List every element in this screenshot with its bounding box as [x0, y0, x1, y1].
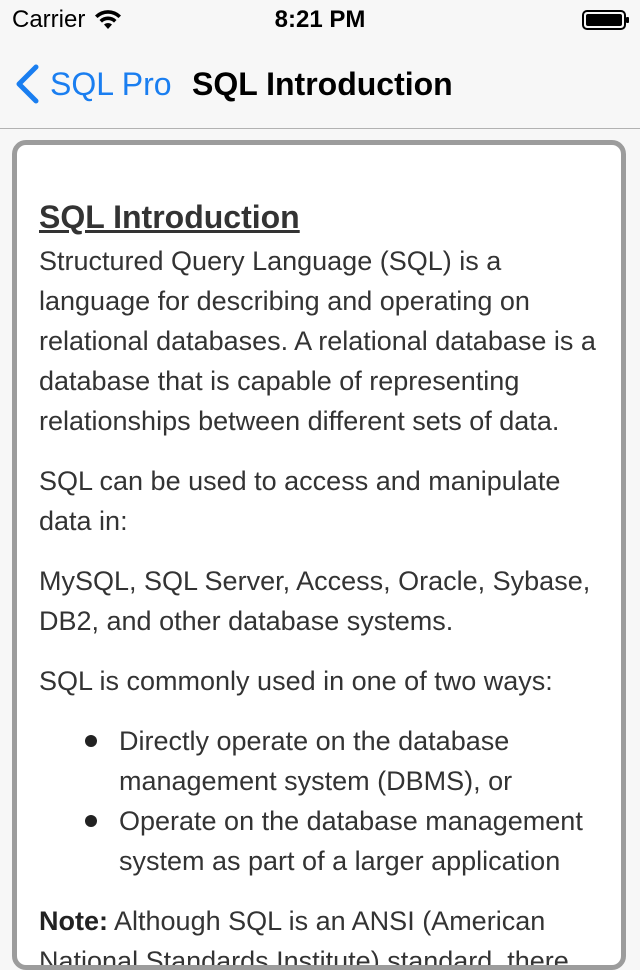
note-label: Note: — [39, 906, 108, 936]
article-heading: SQL Introduction — [39, 199, 300, 235]
back-button[interactable]: SQL Pro — [14, 62, 172, 106]
list-item: Directly operate on the database managem… — [85, 721, 609, 801]
paragraph-systems: MySQL, SQL Server, Access, Oracle, Sybas… — [39, 566, 591, 636]
paragraph-intro: Structured Query Language (SQL) is a lan… — [39, 246, 596, 436]
content-frame[interactable]: SQL Introduction Structured Query Langua… — [12, 140, 626, 970]
status-bar: Carrier 8:21 PM — [0, 0, 640, 40]
list-item-text: Operate on the database management syste… — [119, 806, 583, 876]
back-button-label: SQL Pro — [50, 65, 172, 102]
battery-icon — [582, 10, 629, 30]
bullet-icon — [85, 815, 97, 827]
navigation-bar: SQL Pro SQL Introduction — [0, 40, 640, 129]
note-text: Although SQL is an ANSI (American Nation… — [39, 906, 569, 970]
paragraph-usage: SQL can be used to access and manipulate… — [39, 466, 561, 536]
list-item-text: Directly operate on the database managem… — [119, 726, 513, 796]
list-item: Operate on the database management syste… — [85, 801, 609, 881]
article-body: SQL Introduction Structured Query Langua… — [39, 195, 609, 970]
page-title: SQL Introduction — [192, 66, 453, 102]
status-time: 8:21 PM — [274, 6, 366, 33]
bullet-icon — [85, 735, 97, 747]
paragraph-ways: SQL is commonly used in one of two ways: — [39, 666, 553, 696]
ways-list: Directly operate on the database managem… — [39, 721, 609, 881]
chevron-left-icon — [16, 64, 39, 104]
